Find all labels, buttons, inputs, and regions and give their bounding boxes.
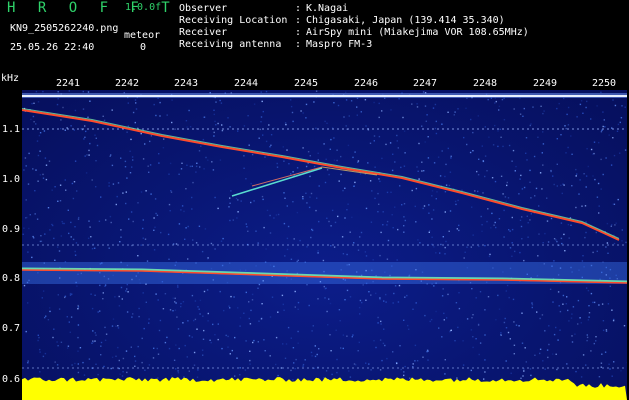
x-tick-label: 2246	[354, 78, 379, 89]
meta-key: Receiving Location	[179, 15, 288, 26]
ground-level	[22, 377, 627, 400]
meta-key: Observer	[179, 3, 228, 14]
meteor-echo	[251, 166, 323, 187]
spectrogram-canvas	[22, 90, 627, 400]
x-tick-label: 2244	[234, 78, 259, 89]
x-tick-label: 2243	[174, 78, 199, 89]
x-tick-label: 2250	[592, 78, 617, 89]
y-tick-label: 0.7	[2, 323, 21, 334]
y-axis-unit: kHz	[1, 73, 20, 84]
meta-colon: :	[295, 39, 302, 50]
app-version: 1.0.0f	[125, 2, 162, 13]
x-tick-label: 2245	[294, 78, 319, 89]
x-tick-label: 2241	[56, 78, 81, 89]
x-tick-label: 2247	[413, 78, 438, 89]
meta-value: AirSpy mini (Miakejima VOR 108.65MHz)	[306, 27, 529, 38]
meta-value: Chigasaki, Japan (139.414 35.340)	[306, 15, 505, 26]
carrier-halo	[22, 108, 620, 239]
meta-colon: :	[295, 15, 302, 26]
y-tick-label: 1.1	[2, 124, 21, 135]
meta-colon: :	[295, 27, 302, 38]
meteor-echo	[231, 167, 323, 197]
x-tick-label: 2248	[473, 78, 498, 89]
meteor-count: 0	[140, 42, 147, 53]
y-tick-label: 0.9	[2, 224, 21, 235]
noise-layer	[22, 90, 627, 382]
y-tick-label: 0.6	[2, 374, 21, 385]
y-tick-label: 1.0	[2, 174, 21, 185]
meta-colon: :	[295, 3, 302, 14]
spectrogram-plot	[22, 90, 627, 400]
x-tick-label: 2249	[533, 78, 558, 89]
meta-key: Receiving antenna	[179, 39, 282, 50]
x-tick-label: 2242	[115, 78, 140, 89]
file-name: KN9_2505262240.png	[10, 23, 119, 34]
meta-value: Maspro FM-3	[306, 39, 373, 50]
meta-key: Receiver	[179, 27, 228, 38]
y-tick-label: 0.8	[2, 273, 21, 284]
timestamp: 25.05.26 22:40	[10, 42, 95, 53]
meta-value: K.Nagai	[306, 3, 349, 14]
